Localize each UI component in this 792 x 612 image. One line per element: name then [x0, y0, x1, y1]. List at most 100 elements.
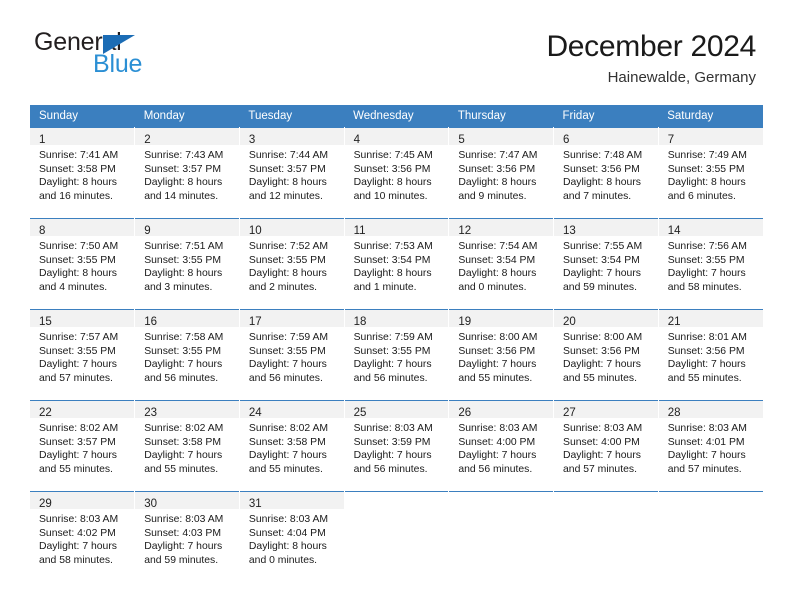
day-number: 6	[563, 134, 570, 146]
day-number: 31	[248, 498, 262, 510]
calendar-day-cell[interactable]: 16 Sunrise: 7:58 AM Sunset: 3:55 PM Dayligh…	[134, 309, 240, 401]
calendar-day-cell[interactable]: 24 Sunrise: 8:02 AM Sunset: 3:58 PM Dayligh…	[239, 400, 345, 492]
day-details: Sunrise: 7:44 AM Sunset: 3:57 PM Daylight:…	[240, 145, 344, 203]
calendar-day-cell[interactable]: 30 Sunrise: 8:03 AM Sunset: 4:03 PM Dayligh…	[134, 491, 240, 582]
day-number-strip: 3	[239, 128, 344, 146]
day-number-strip: 29	[30, 492, 135, 510]
sunset-time: Sunset: 3:57 PM	[248, 163, 326, 175]
daylight-duration-line1: Daylight: 7 hours	[248, 359, 327, 371]
day-details: Sunrise: 7:54 AM Sunset: 3:54 PM Daylight:…	[449, 236, 553, 294]
calendar-day-cell[interactable]: 13 Sunrise: 7:55 AM Sunset: 3:54 PM Dayligh…	[553, 218, 659, 310]
sunrise-time: Sunrise: 8:03 AM	[353, 423, 433, 434]
calendar-day-cell[interactable]: 12 Sunrise: 7:54 AM Sunset: 3:54 PM Dayligh…	[448, 218, 555, 310]
day-number-strip: 15	[30, 310, 135, 328]
day-number: 26	[458, 407, 472, 419]
daylight-duration-line2: and 55 minutes.	[39, 463, 113, 475]
calendar-day-cell[interactable]: 9 Sunrise: 7:51 AM Sunset: 3:55 PM Daylight…	[134, 218, 240, 310]
sunset-time: Sunset: 3:54 PM	[563, 254, 640, 266]
daylight-duration-line2: and 2 minutes.	[248, 281, 318, 293]
day-number: 21	[667, 316, 681, 328]
day-details: Sunrise: 7:48 AM Sunset: 3:56 PM Daylight:…	[554, 145, 658, 203]
day-number-strip: 22	[30, 401, 135, 419]
day-number-strip	[658, 492, 763, 509]
daylight-duration-line2: and 6 minutes.	[667, 190, 736, 202]
calendar-week-row: 15 Sunrise: 7:57 AM Sunset: 3:55 PM Dayligh…	[30, 309, 763, 401]
calendar-day-cell[interactable]: 25 Sunrise: 8:03 AM Sunset: 3:59 PM Dayligh…	[344, 400, 450, 492]
calendar-page: General Blue December 2024 Hainewalde, G…	[0, 0, 792, 612]
calendar-day-cell[interactable]: 26 Sunrise: 8:03 AM Sunset: 4:00 PM Dayligh…	[448, 400, 555, 492]
day-details	[345, 509, 449, 513]
calendar-day-cell[interactable]: 2 Sunrise: 7:43 AM Sunset: 3:57 PM Daylight…	[134, 127, 240, 219]
day-details: Sunrise: 8:03 AM Sunset: 4:00 PM Daylight:…	[449, 418, 553, 476]
calendar-day-cell[interactable]: 6 Sunrise: 7:48 AM Sunset: 3:56 PM Daylight…	[553, 127, 659, 219]
calendar-day-cell[interactable]: 20 Sunrise: 8:00 AM Sunset: 3:56 PM Dayligh…	[553, 309, 659, 401]
sunset-time: Sunset: 3:56 PM	[458, 345, 536, 357]
daylight-duration-line2: and 57 minutes.	[39, 372, 113, 384]
daylight-duration-line1: Daylight: 7 hours	[353, 359, 432, 371]
day-number-strip: 16	[135, 310, 239, 328]
day-details: Sunrise: 8:03 AM Sunset: 4:02 PM Daylight:…	[30, 509, 134, 567]
calendar-day-cell[interactable]: 3 Sunrise: 7:44 AM Sunset: 3:57 PM Daylight…	[239, 127, 345, 219]
daylight-duration-line1: Daylight: 7 hours	[667, 450, 746, 462]
calendar-day-cell[interactable]: 11 Sunrise: 7:53 AM Sunset: 3:54 PM Dayligh…	[344, 218, 450, 310]
daylight-duration-line2: and 56 minutes.	[144, 372, 219, 384]
sunrise-time: Sunrise: 8:00 AM	[563, 332, 643, 343]
calendar-day-cell[interactable]: 22 Sunrise: 8:02 AM Sunset: 3:57 PM Dayligh…	[30, 400, 136, 492]
calendar-day-cell[interactable]: 27 Sunrise: 8:03 AM Sunset: 4:00 PM Dayligh…	[553, 400, 659, 492]
sunset-time: Sunset: 4:01 PM	[667, 436, 745, 448]
calendar-day-cell[interactable]: 14 Sunrise: 7:56 AM Sunset: 3:55 PM Dayligh…	[658, 218, 763, 310]
day-details: Sunrise: 7:57 AM Sunset: 3:55 PM Daylight:…	[30, 327, 134, 385]
calendar-day-cell[interactable]: 31 Sunrise: 8:03 AM Sunset: 4:04 PM Dayligh…	[239, 491, 345, 582]
calendar-day-cell[interactable]: 15 Sunrise: 7:57 AM Sunset: 3:55 PM Dayligh…	[30, 309, 136, 401]
daylight-duration-line1: Daylight: 7 hours	[667, 268, 746, 280]
calendar-day-cell[interactable]: 23 Sunrise: 8:02 AM Sunset: 3:58 PM Dayligh…	[134, 400, 240, 492]
sunrise-time: Sunrise: 8:03 AM	[667, 423, 747, 434]
calendar-day-cell[interactable]: 10 Sunrise: 7:52 AM Sunset: 3:55 PM Dayligh…	[239, 218, 345, 310]
weekday-header-tuesday: Tuesday	[239, 105, 345, 128]
day-number-strip: 1	[30, 128, 135, 146]
day-details: Sunrise: 7:43 AM Sunset: 3:57 PM Daylight:…	[135, 145, 239, 203]
daylight-duration-line2: and 55 minutes.	[563, 372, 637, 384]
calendar-day-cell-empty	[344, 491, 450, 582]
calendar-day-cell[interactable]: 21 Sunrise: 8:01 AM Sunset: 3:56 PM Dayligh…	[658, 309, 763, 401]
calendar-day-cell[interactable]: 19 Sunrise: 8:00 AM Sunset: 3:56 PM Dayligh…	[448, 309, 555, 401]
day-number: 24	[248, 407, 262, 419]
calendar-day-cell[interactable]: 7 Sunrise: 7:49 AM Sunset: 3:55 PM Daylight…	[658, 127, 763, 219]
sunrise-time: Sunrise: 8:02 AM	[248, 423, 329, 434]
sunrise-time: Sunrise: 8:03 AM	[563, 423, 643, 434]
day-number-strip: 19	[449, 310, 554, 328]
day-number-strip	[449, 492, 554, 509]
sunset-time: Sunset: 3:56 PM	[667, 345, 745, 357]
daylight-duration-line2: and 0 minutes.	[458, 281, 527, 293]
day-details: Sunrise: 8:02 AM Sunset: 3:58 PM Daylight:…	[135, 418, 239, 476]
calendar-day-cell[interactable]: 29 Sunrise: 8:03 AM Sunset: 4:02 PM Dayligh…	[30, 491, 136, 582]
daylight-duration-line1: Daylight: 8 hours	[248, 541, 327, 553]
daylight-duration-line2: and 56 minutes.	[248, 372, 323, 384]
title-block: December 2024 Hainewalde, Germany	[546, 30, 756, 86]
sunrise-time: Sunrise: 7:45 AM	[353, 150, 433, 161]
day-details	[554, 509, 658, 513]
day-details: Sunrise: 8:00 AM Sunset: 3:56 PM Daylight:…	[449, 327, 553, 385]
sunrise-time: Sunrise: 7:44 AM	[248, 150, 329, 161]
calendar-day-cell[interactable]: 1 Sunrise: 7:41 AM Sunset: 3:58 PM Daylight…	[30, 127, 136, 219]
day-details: Sunrise: 8:03 AM Sunset: 4:01 PM Daylight:…	[659, 418, 763, 476]
day-number-strip: 2	[135, 128, 239, 146]
day-number: 4	[353, 134, 361, 146]
calendar-day-cell[interactable]: 18 Sunrise: 7:59 AM Sunset: 3:55 PM Dayligh…	[344, 309, 450, 401]
calendar-day-cell[interactable]: 8 Sunrise: 7:50 AM Sunset: 3:55 PM Daylight…	[30, 218, 136, 310]
calendar-day-cell[interactable]: 28 Sunrise: 8:03 AM Sunset: 4:01 PM Dayligh…	[658, 400, 763, 492]
day-details: Sunrise: 7:58 AM Sunset: 3:55 PM Daylight:…	[135, 327, 239, 385]
sunset-time: Sunset: 3:55 PM	[353, 345, 431, 357]
day-details: Sunrise: 7:55 AM Sunset: 3:54 PM Daylight:…	[554, 236, 658, 294]
day-details: Sunrise: 7:51 AM Sunset: 3:55 PM Daylight:…	[135, 236, 239, 294]
daylight-duration-line1: Daylight: 8 hours	[144, 268, 223, 280]
calendar-day-cell[interactable]: 4 Sunrise: 7:45 AM Sunset: 3:56 PM Daylight…	[344, 127, 450, 219]
calendar-day-cell[interactable]: 5 Sunrise: 7:47 AM Sunset: 3:56 PM Daylight…	[448, 127, 555, 219]
sunrise-time: Sunrise: 8:03 AM	[39, 514, 119, 525]
calendar-day-cell[interactable]: 17 Sunrise: 7:59 AM Sunset: 3:55 PM Dayligh…	[239, 309, 345, 401]
sunrise-time: Sunrise: 7:59 AM	[248, 332, 329, 343]
daylight-duration-line2: and 57 minutes.	[563, 463, 637, 475]
sunset-time: Sunset: 3:55 PM	[39, 254, 116, 266]
general-blue-logo[interactable]: General Blue	[34, 30, 164, 78]
daylight-duration-line2: and 14 minutes.	[144, 190, 219, 202]
